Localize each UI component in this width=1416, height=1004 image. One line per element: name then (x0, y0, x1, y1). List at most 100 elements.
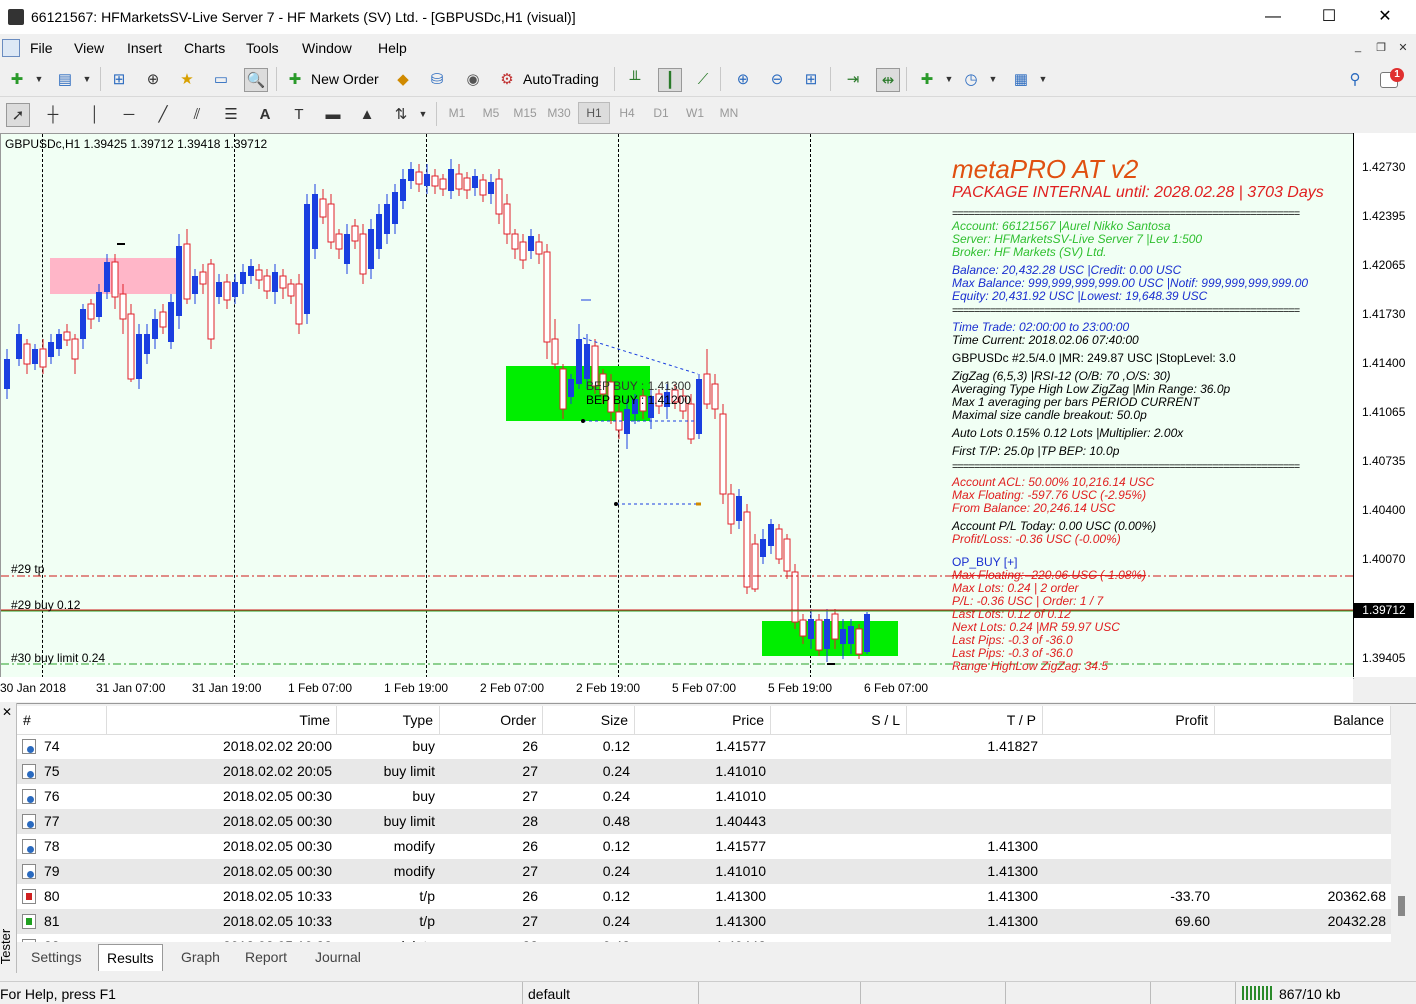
new-order-button[interactable]: New Order (311, 71, 379, 87)
chevron-down-icon[interactable]: ▼ (982, 68, 1004, 90)
cursor-icon[interactable]: ➚ (6, 103, 30, 127)
trendline-icon[interactable]: ╱ (152, 103, 174, 125)
table-row[interactable]: 76 2018.02.05 00:30 buy 27 0.24 1.41010 (17, 784, 1391, 809)
close-panel-icon[interactable]: ✕ (2, 705, 12, 719)
chevron-down-icon[interactable]: ▼ (412, 103, 434, 125)
close-button[interactable]: ✕ (1362, 0, 1408, 34)
table-row[interactable]: 81 2018.02.05 10:33 t/p 27 0.24 1.41300 1.4130… (17, 909, 1391, 934)
col-header-type[interactable]: Type (337, 706, 440, 734)
results-table[interactable]: # Time Type Order Size Price S / L T / P… (17, 706, 1391, 942)
table-row[interactable]: 79 2018.02.05 00:30 modify 27 0.24 1.41010 1.4… (17, 859, 1391, 884)
timeframe-h1[interactable]: H1 (578, 102, 610, 124)
col-header-price[interactable]: Price (635, 706, 771, 734)
horizontal-line-icon[interactable]: ─ (118, 103, 140, 125)
col-header-number[interactable]: # (17, 706, 107, 734)
tp-line-label: #29 tp (11, 562, 45, 576)
timeframe-m1[interactable]: M1 (442, 106, 472, 120)
mdi-restore-icon[interactable]: ❐ (1372, 41, 1390, 55)
text-icon[interactable]: A (254, 103, 276, 125)
bar-chart-icon[interactable]: ╨ (624, 68, 646, 90)
menu-view[interactable]: View (74, 40, 104, 56)
timeframe-m5[interactable]: M5 (476, 106, 506, 120)
crosshair-icon[interactable]: ┼ (42, 103, 64, 125)
minimize-button[interactable]: — (1250, 0, 1296, 34)
scrollbar-thumb[interactable] (1398, 896, 1405, 916)
menu-file[interactable]: File (30, 40, 53, 56)
col-header-sl[interactable]: S / L (771, 706, 907, 734)
signals-icon[interactable]: ◉ (462, 68, 484, 90)
table-row[interactable]: 74 2018.02.02 20:00 buy 26 0.12 1.41577 1.4182… (17, 734, 1391, 759)
templates-icon[interactable]: ▦ (1010, 68, 1032, 90)
tab-graph[interactable]: Graph (173, 944, 228, 970)
chart-window-icon[interactable] (2, 39, 20, 57)
auto-scroll-icon[interactable]: ⇥ (842, 68, 864, 90)
mdi-close-icon[interactable]: ✕ (1394, 41, 1412, 55)
autotrading-button[interactable]: AutoTrading (523, 71, 599, 87)
strategy-tester-icon[interactable]: 🔍 (244, 68, 268, 92)
tile-windows-icon[interactable]: ⊞ (800, 68, 822, 90)
menu-insert[interactable]: Insert (127, 40, 162, 56)
zoom-out-icon[interactable]: ⊖ (766, 68, 788, 90)
data-window-icon[interactable]: ⊕ (142, 68, 164, 90)
market-watch-icon[interactable]: ⊞ (108, 68, 130, 90)
col-header-time[interactable]: Time (107, 706, 337, 734)
col-header-profit[interactable]: Profit (1043, 706, 1215, 734)
table-row[interactable]: 77 2018.02.05 00:30 buy limit 28 0.48 1.40443 (17, 809, 1391, 834)
mdi-minimize-icon[interactable]: _ (1349, 41, 1367, 55)
triangle-icon[interactable]: ▲ (356, 103, 378, 125)
fibonacci-icon[interactable]: ☰ (220, 103, 242, 125)
metaeditor-icon[interactable]: ◆ (392, 68, 414, 90)
timeframe-m30[interactable]: M30 (544, 106, 574, 120)
navigator-icon[interactable]: ★ (176, 68, 198, 90)
menu-window[interactable]: Window (302, 40, 352, 56)
new-chart-icon[interactable]: ✚ (6, 68, 28, 90)
periods-icon[interactable]: ◷ (960, 68, 982, 90)
tab-settings[interactable]: Settings (23, 944, 90, 970)
indicators-icon[interactable]: ✚ (916, 68, 938, 90)
col-header-size[interactable]: Size (543, 706, 635, 734)
terminal-icon[interactable]: ▭ (210, 68, 232, 90)
equidistant-channel-icon[interactable]: ⫽ (186, 103, 208, 125)
col-header-balance[interactable]: Balance (1215, 706, 1391, 734)
col-header-order[interactable]: Order (440, 706, 543, 734)
autotrading-icon[interactable]: ⚙ (496, 68, 518, 90)
tab-results[interactable]: Results (98, 944, 163, 971)
chart-shift-icon[interactable]: ⇹ (876, 68, 900, 92)
chevron-down-icon[interactable]: ▼ (28, 68, 50, 90)
timeframe-d1[interactable]: D1 (646, 106, 676, 120)
table-row[interactable]: 80 2018.02.05 10:33 t/p 26 0.12 1.41300 1.4130… (17, 884, 1391, 909)
market-icon[interactable]: ⛁ (426, 68, 448, 90)
table-scrollbar[interactable] (1392, 706, 1412, 942)
table-row[interactable]: 822018.02.05 10:33delete280.481.40443 (17, 934, 1391, 942)
line-chart-icon[interactable]: ⟋ (692, 68, 714, 90)
chevron-down-icon[interactable]: ▼ (938, 68, 960, 90)
menu-help[interactable]: Help (378, 40, 407, 56)
timeframe-h4[interactable]: H4 (612, 106, 642, 120)
time-axis[interactable]: 30 Jan 2018 31 Jan 07:00 31 Jan 19:00 1 … (0, 677, 1353, 702)
menu-tools[interactable]: Tools (246, 40, 279, 56)
rectangle-icon[interactable]: ▬ (322, 103, 344, 125)
menu-charts[interactable]: Charts (184, 40, 225, 56)
zoom-in-icon[interactable]: ⊕ (732, 68, 754, 90)
price-axis[interactable]: 1.42730 1.42395 1.42065 1.41730 1.41400 … (1353, 133, 1416, 677)
timeframe-w1[interactable]: W1 (680, 106, 710, 120)
table-row[interactable]: 75 2018.02.02 20:05 buy limit 27 0.24 1.41010 (17, 759, 1391, 784)
vertical-line-icon[interactable]: │ (84, 103, 106, 125)
search-icon[interactable]: ⚲ (1344, 68, 1366, 90)
notifications-icon[interactable]: 1 (1380, 68, 1404, 90)
tab-report[interactable]: Report (237, 944, 295, 970)
candlestick-chart-icon[interactable]: ┃ (658, 68, 682, 92)
chevron-down-icon[interactable]: ▼ (76, 68, 98, 90)
chevron-down-icon[interactable]: ▼ (1032, 68, 1054, 90)
profiles-icon[interactable]: ▤ (54, 68, 76, 90)
timeframe-mn[interactable]: MN (714, 106, 744, 120)
timeframe-m15[interactable]: M15 (510, 106, 540, 120)
table-row[interactable]: 78 2018.02.05 00:30 modify 26 0.12 1.41577 1.4… (17, 834, 1391, 859)
price-chart[interactable]: GBPUSDc,H1 1.39425 1.39712 1.39418 1.397… (0, 133, 1354, 679)
text-label-icon[interactable]: T (288, 103, 310, 125)
tab-journal[interactable]: Journal (307, 944, 369, 970)
new-order-icon[interactable]: ✚ (284, 68, 306, 90)
arrows-icon[interactable]: ⇅ (390, 103, 412, 125)
col-header-tp[interactable]: T / P (907, 706, 1043, 734)
maximize-button[interactable]: ☐ (1306, 0, 1352, 34)
